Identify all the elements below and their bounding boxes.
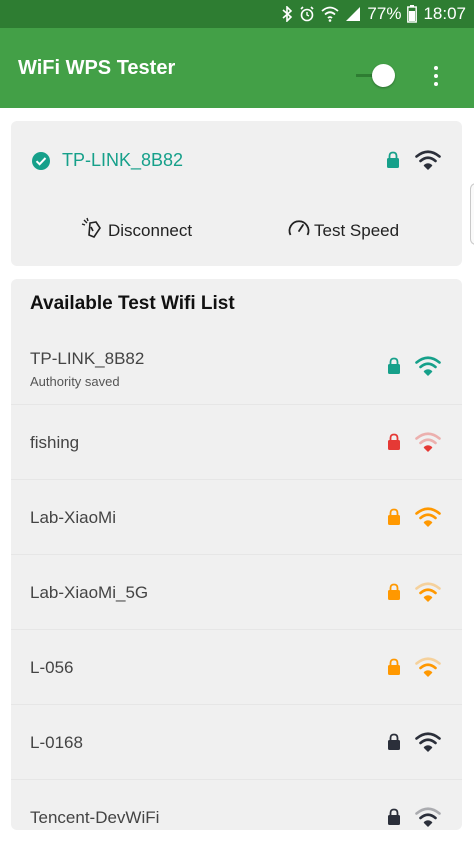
battery-percent: 77%	[367, 4, 402, 23]
disconnect-icon	[81, 217, 105, 246]
lock-icon	[387, 433, 401, 456]
alarm-icon	[299, 6, 315, 22]
wifi-subtitle: Authority saved	[30, 374, 120, 389]
disconnect-button[interactable]: Disconnect	[81, 216, 192, 246]
wifi-ssid: L-056	[30, 658, 74, 677]
connected-card: TP-LINK_8B82 Disconnect Test Speed	[11, 121, 462, 266]
list-title: Available Test Wifi List	[30, 293, 235, 314]
wifi-signal-icon	[415, 656, 441, 683]
signal-icon	[345, 6, 361, 22]
wifi-icon	[321, 6, 340, 22]
lock-icon	[387, 733, 401, 756]
status-bar: 77% 18:07	[0, 0, 474, 28]
wifi-signal-icon	[415, 355, 441, 382]
speedometer-icon	[287, 217, 311, 246]
lock-icon	[387, 583, 401, 606]
edge-panel-handle[interactable]	[470, 183, 474, 245]
more-vert-icon[interactable]	[424, 64, 448, 88]
check-circle-icon	[31, 151, 51, 171]
wifi-signal-icon	[415, 731, 441, 758]
wifi-list-item[interactable]: Lab-XiaoMi_5G	[11, 554, 462, 630]
connected-network[interactable]: TP-LINK_8B82	[11, 121, 462, 201]
lock-icon	[387, 508, 401, 531]
wifi-ssid: L-0168	[30, 733, 83, 752]
wifi-signal-icon	[415, 806, 441, 830]
wifi-ssid: TP-LINK_8B82	[30, 349, 145, 368]
wifi-signal-icon	[415, 431, 441, 458]
clock: 18:07	[423, 4, 466, 23]
lock-icon	[387, 357, 401, 380]
wifi-list-item[interactable]: Tencent-DevWiFi	[11, 779, 462, 830]
wifi-signal-icon	[415, 149, 441, 176]
wifi-list-item[interactable]: fishing	[11, 404, 462, 480]
wps-toggle[interactable]	[356, 62, 398, 88]
wifi-list-item[interactable]: L-0168	[11, 704, 462, 780]
connected-ssid: TP-LINK_8B82	[62, 150, 184, 170]
lock-icon	[386, 151, 400, 174]
test-speed-label: Test Speed	[314, 221, 400, 240]
bluetooth-icon	[281, 6, 293, 22]
app-bar: WiFi WPS Tester	[0, 28, 474, 108]
test-speed-button[interactable]: Test Speed	[287, 216, 399, 246]
wifi-list-item[interactable]: L-056	[11, 629, 462, 705]
available-wifi-list: Available Test Wifi List TP-LINK_8B82 Aut…	[11, 279, 462, 830]
wifi-ssid: fishing	[30, 433, 80, 452]
disconnect-label: Disconnect	[108, 221, 193, 240]
wifi-list-item[interactable]: TP-LINK_8B82 Authority saved	[11, 329, 462, 404]
wifi-signal-icon	[415, 506, 441, 533]
lock-icon	[387, 658, 401, 681]
wifi-list-item[interactable]: Lab-XiaoMi	[11, 479, 462, 555]
wifi-ssid: Lab-XiaoMi_5G	[30, 583, 149, 602]
app-title: WiFi WPS Tester	[18, 57, 176, 79]
wifi-ssid: Lab-XiaoMi	[30, 508, 116, 527]
lock-icon	[387, 808, 401, 830]
toggle-thumb	[372, 64, 395, 87]
wifi-signal-icon	[415, 581, 441, 608]
wifi-ssid: Tencent-DevWiFi	[30, 808, 160, 827]
battery-icon	[407, 5, 418, 23]
